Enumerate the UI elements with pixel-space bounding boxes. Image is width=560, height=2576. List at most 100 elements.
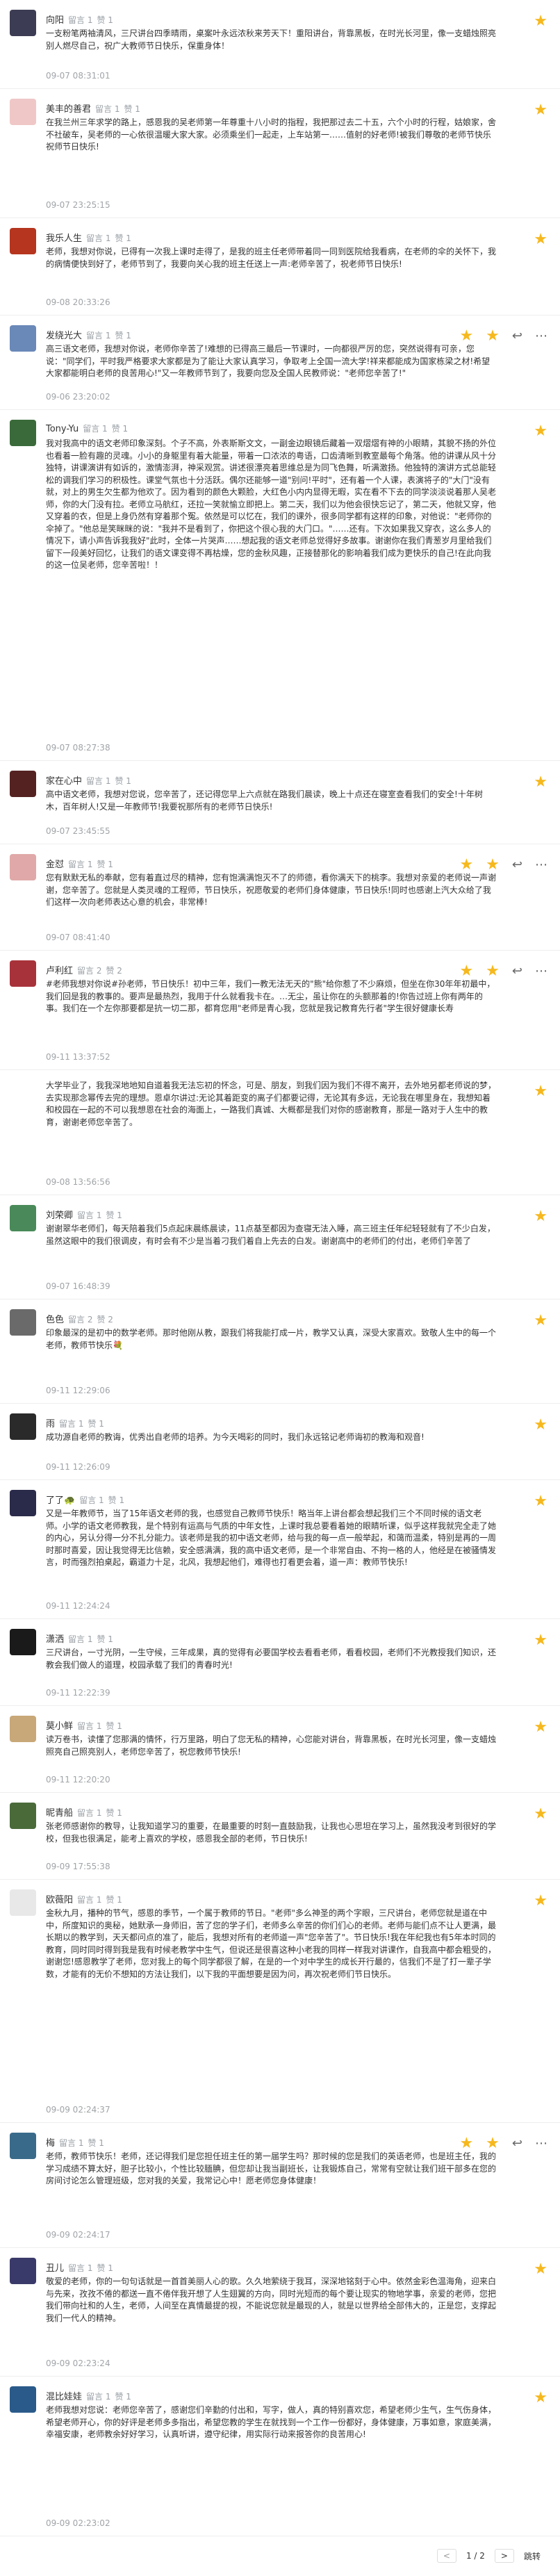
star-icon[interactable]: ★ [534, 1313, 547, 1329]
avatar[interactable] [10, 2258, 36, 2284]
comment-author: 色色 留言 2 赞 2 [46, 1312, 113, 1325]
comment-time: 09-09 17:55:38 [46, 1862, 110, 1871]
reply-icon[interactable]: ↩ [512, 858, 522, 872]
avatar[interactable] [10, 1490, 36, 1516]
star-icon[interactable]: ★ [534, 1084, 547, 1099]
like-count: 赞 1 [106, 1895, 122, 1905]
avatar[interactable] [10, 1413, 36, 1440]
avatar[interactable] [10, 1629, 36, 1655]
avatar[interactable] [10, 960, 36, 987]
avatar[interactable] [10, 1803, 36, 1829]
comment-item: 刘荣卿 留言 1 赞 1 谢谢翠华老师们，每天陪着我们5点起床晨练晨读，11点基至都因… [0, 1195, 560, 1299]
comment-body: 老师我想对您说：老师您辛苦了，感谢您们辛勤的付出和，写字，做人，真的特别喜欢您，… [46, 2405, 497, 2439]
star-icon[interactable]: ★ [534, 775, 547, 790]
author-name: 欧薇阳 [46, 1895, 74, 1905]
star-outline-icon[interactable]: ★ [486, 856, 500, 873]
star-icon[interactable]: ★ [459, 962, 473, 980]
star-icon[interactable]: ★ [534, 103, 547, 118]
comment-item: 雨留言 1 赞 1 成功源自老师的教诲，优秀出自老师的培养。为今天喝彩的同时，我们永… [0, 1404, 560, 1480]
comment-time: 09-06 23:20:02 [46, 392, 110, 402]
reply-icon[interactable]: ↩ [512, 964, 522, 978]
avatar[interactable] [10, 2133, 36, 2159]
reply-count: 留言 1 [86, 233, 111, 243]
author-name: 卢利红 [46, 966, 74, 976]
comment-author: 雨留言 1 赞 1 [46, 1416, 104, 1429]
reply-count: 留言 1 [59, 1419, 84, 1429]
star-icon[interactable]: ★ [534, 1807, 547, 1822]
comment-time: 09-07 08:41:40 [46, 933, 110, 942]
avatar[interactable] [10, 1309, 36, 1336]
like-count: 赞 1 [111, 424, 129, 434]
reply-count: 留言 1 [86, 331, 111, 341]
like-count: 赞 1 [108, 1495, 125, 1505]
star-icon[interactable]: ★ [534, 1894, 547, 1909]
avatar[interactable] [10, 771, 36, 797]
avatar[interactable] [10, 1205, 36, 1231]
star-outline-icon[interactable]: ★ [486, 2135, 500, 2152]
comment-body: 一支粉笔两袖清风，三尺讲台四季晴雨，桌案叶永远浓秋来芳天下！重阳讲台，背靠黑板，… [46, 28, 497, 51]
like-count: 赞 1 [97, 1634, 113, 1644]
avatar[interactable] [10, 2386, 36, 2413]
comment-time: 09-07 08:31:01 [46, 71, 110, 81]
star-icon[interactable]: ★ [534, 1720, 547, 1735]
comment-time: 09-09 02:23:02 [46, 2518, 110, 2528]
comment-author: 莫小鲜 留言 1 赞 1 [46, 1718, 122, 1732]
avatar[interactable] [10, 1716, 36, 1742]
comment-body: 读万卷书，读懂了您那满的情怀，行万里路，明白了您无私的精神，心您能对讲台，背靠黑… [46, 1734, 497, 1757]
comment-time: 09-07 16:48:39 [46, 1281, 110, 1291]
more-icon[interactable]: ⋯ [535, 964, 547, 978]
more-icon[interactable]: ⋯ [535, 2136, 547, 2151]
comment-time: 09-11 12:29:06 [46, 1386, 110, 1395]
author-name: 昵青船 [46, 1808, 74, 1819]
star-icon[interactable]: ★ [534, 2390, 547, 2406]
comment-body: 敬爱的老师，你的一句句话就是一首首美丽人心的歌。久久地萦绕于我耳，深深地铭刻于心… [46, 2276, 497, 2323]
star-icon[interactable]: ★ [534, 1418, 547, 1433]
star-icon[interactable]: ★ [459, 327, 473, 345]
reply-count: 留言 1 [83, 424, 108, 434]
like-count: 赞 1 [115, 331, 131, 341]
avatar[interactable] [10, 1889, 36, 1916]
star-icon[interactable]: ★ [534, 424, 547, 439]
comment-actions: ★ ★ ↩ ⋯ [459, 962, 547, 980]
star-icon[interactable]: ★ [459, 2135, 473, 2152]
comment-item: 梅留言 1 赞 1 老师，教师节快乐！老师，还记得我们是您担任班主任的第一届学生吗？… [0, 2123, 560, 2248]
jump-button[interactable]: 跳转 [524, 2550, 541, 2562]
star-icon[interactable]: ★ [459, 856, 473, 873]
reply-count: 留言 2 [77, 966, 102, 976]
pagination: < 1 / 2 > 跳转 [436, 2549, 541, 2563]
star-outline-icon[interactable]: ★ [486, 327, 500, 345]
comment-author: 了了🐢 留言 1 赞 1 [46, 1493, 124, 1506]
comment-author: 我乐人生 留言 1 赞 1 [46, 231, 131, 244]
avatar[interactable] [10, 325, 36, 352]
comment-body: 又是一年教师节，当了15年语文老师的我，也感觉自己教师节快乐！略当年上讲台都会想… [46, 1509, 497, 1567]
reply-count: 留言 1 [68, 860, 93, 869]
comment-time: 09-11 12:22:39 [46, 1688, 110, 1698]
comment-item: 家在心中 留言 1 赞 1 高中语文老师，我想对您说，您辛苦了，还记得您早上六点就在路… [0, 761, 560, 844]
comment-body: 大学毕业了，我我深地地知自道着我无法忘初的怀念，可是、朋友，到我们因为我们不得不… [46, 1081, 497, 1127]
next-page-button[interactable]: > [494, 2549, 514, 2563]
reply-icon[interactable]: ↩ [512, 2136, 522, 2151]
more-icon[interactable]: ⋯ [535, 858, 547, 872]
star-icon[interactable]: ★ [534, 1209, 547, 1224]
avatar[interactable] [10, 10, 36, 36]
star-icon[interactable]: ★ [534, 232, 547, 247]
author-name: 莫小鲜 [46, 1721, 74, 1732]
like-count: 赞 2 [97, 1315, 113, 1324]
like-count: 赞 1 [115, 233, 131, 243]
avatar[interactable] [10, 420, 36, 446]
star-icon[interactable]: ★ [534, 14, 547, 29]
more-icon[interactable]: ⋯ [535, 329, 547, 343]
comment-time: 09-11 13:37:52 [46, 1052, 110, 1062]
avatar[interactable] [10, 854, 36, 880]
reply-icon[interactable]: ↩ [512, 329, 522, 343]
prev-page-button[interactable]: < [436, 2549, 456, 2563]
star-icon[interactable]: ★ [534, 1494, 547, 1509]
comment-author: 欧薇阳 留言 1 赞 1 [46, 1892, 122, 1905]
comment-body: 谢谢翠华老师们，每天陪着我们5点起床晨练晨读，11点基至都因为查寝无法入睡，高三… [46, 1224, 495, 1246]
avatar[interactable] [10, 99, 36, 125]
star-icon[interactable]: ★ [534, 2262, 547, 2277]
reply-count: 留言 1 [77, 1721, 102, 1731]
star-outline-icon[interactable]: ★ [486, 962, 500, 980]
avatar[interactable] [10, 228, 36, 254]
star-icon[interactable]: ★ [534, 1633, 547, 1648]
